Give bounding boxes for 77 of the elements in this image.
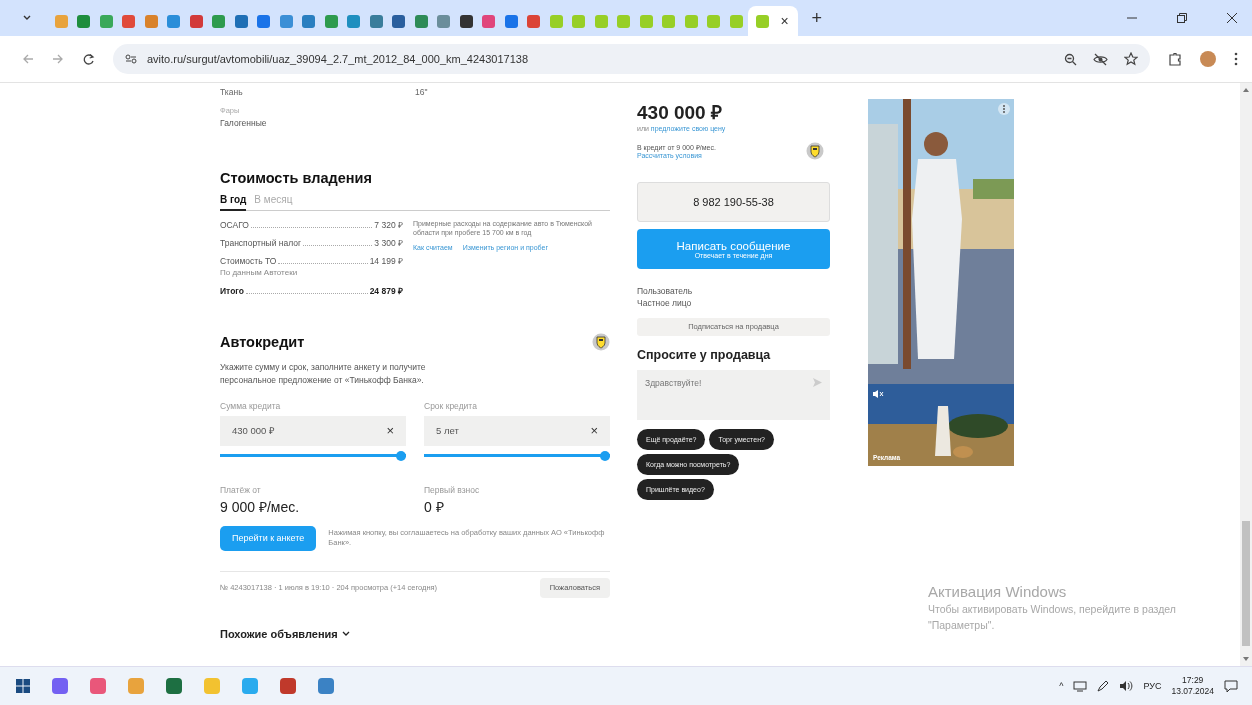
price: 430 000 ₽ bbox=[637, 101, 723, 125]
eye-off-icon[interactable] bbox=[1093, 52, 1108, 66]
extensions-icon[interactable] bbox=[1168, 52, 1182, 66]
result-label: Первый взнос bbox=[424, 484, 481, 495]
pen-icon[interactable] bbox=[1097, 680, 1110, 692]
clock-time[interactable]: 17:29 bbox=[1182, 674, 1204, 686]
section-heading: Стоимость владения bbox=[220, 170, 373, 186]
browser-tab[interactable]: × bbox=[747, 6, 798, 36]
slider[interactable] bbox=[424, 450, 610, 461]
speaker-icon[interactable] bbox=[1119, 680, 1134, 692]
start-icon[interactable] bbox=[16, 679, 30, 693]
section-heading: Автокредит bbox=[220, 334, 305, 350]
app-icon[interactable] bbox=[166, 678, 182, 694]
app-icon[interactable] bbox=[128, 678, 144, 694]
mute-icon[interactable] bbox=[872, 389, 884, 399]
restore-icon[interactable] bbox=[1176, 12, 1188, 24]
field-label: Сумма кредита bbox=[220, 400, 282, 411]
result-value: 0 ₽ bbox=[424, 497, 445, 516]
close-tab-icon[interactable]: × bbox=[780, 13, 789, 29]
section-heading: Спросите у продавца bbox=[637, 347, 772, 362]
activation-text: Чтобы активировать Windows, перейдите в раздел "Параметры". bbox=[928, 602, 1177, 633]
spec-value: Галогенные bbox=[220, 118, 268, 128]
close-icon[interactable] bbox=[1226, 12, 1238, 24]
cost-label: Стоимость ТО bbox=[220, 256, 277, 266]
app-icon[interactable] bbox=[280, 678, 296, 694]
new-tab-button[interactable]: + bbox=[811, 7, 822, 29]
scrollbar-thumb[interactable] bbox=[1242, 521, 1250, 646]
bank-emblem-icon bbox=[592, 333, 610, 351]
seller-name[interactable]: Пользователь bbox=[637, 286, 830, 298]
message-field[interactable]: Здравствуйте! bbox=[637, 369, 830, 420]
seller-type: Частное лицо bbox=[637, 297, 693, 310]
cost-label: Транспортный налог bbox=[220, 238, 302, 248]
cost-value: 7 320 ₽ bbox=[374, 219, 403, 230]
more-menu-icon[interactable] bbox=[1234, 52, 1238, 66]
activation-title: Активация Windows bbox=[928, 583, 1068, 600]
slider[interactable] bbox=[220, 450, 406, 461]
cost-label: Итого bbox=[220, 286, 244, 296]
profile-avatar[interactable] bbox=[1200, 51, 1216, 67]
result-value: 9 000 ₽/мес. bbox=[220, 497, 301, 516]
app-icon[interactable] bbox=[242, 678, 258, 694]
clear-icon[interactable]: × bbox=[590, 423, 598, 438]
forward-icon[interactable] bbox=[52, 53, 64, 65]
bookmark-star-icon[interactable] bbox=[1124, 52, 1138, 66]
clock-date[interactable]: 13.07.2024 bbox=[1171, 686, 1214, 698]
phone-button[interactable]: 8 982 190-55-38 bbox=[637, 182, 830, 222]
app-icon[interactable] bbox=[318, 678, 334, 694]
input-field[interactable]: 5 лет × bbox=[424, 415, 610, 446]
chevron-down-icon bbox=[341, 630, 350, 637]
show-hidden-icons-button[interactable]: ^ bbox=[1059, 681, 1064, 691]
slider-thumb[interactable] bbox=[396, 450, 406, 461]
cost-label: ОСАГО bbox=[220, 220, 249, 230]
language-indicator[interactable]: РУС bbox=[1143, 681, 1162, 691]
notifications-icon[interactable] bbox=[1224, 679, 1238, 693]
credit-description: Укажите сумму и срок, заполните анкету и получите персональное предложение от «Тинькофф Банка». bbox=[220, 361, 427, 387]
spec-value: 16" bbox=[415, 87, 429, 97]
clear-icon[interactable]: × bbox=[386, 423, 394, 438]
app-icon[interactable] bbox=[52, 678, 68, 694]
similar-listings-toggle[interactable]: Похожие объявления bbox=[220, 627, 350, 640]
slider-thumb[interactable] bbox=[600, 450, 610, 461]
bank-emblem-icon bbox=[806, 142, 824, 160]
app-icon[interactable] bbox=[90, 678, 106, 694]
cost-value: 3 300 ₽ bbox=[374, 237, 403, 248]
period-tab[interactable]: В год bbox=[220, 194, 247, 211]
field-label: Срок кредита bbox=[424, 400, 478, 411]
scroll-down-icon[interactable] bbox=[1242, 656, 1250, 662]
back-icon[interactable] bbox=[22, 53, 34, 65]
cost-value: 14 199 ₽ bbox=[369, 255, 403, 266]
cost-value: 24 879 ₽ bbox=[369, 285, 403, 296]
address-bar[interactable]: avito.ru/surgut/avtomobili/uaz_39094_2.7_mt_2012_84_000_km_4243017138 bbox=[113, 44, 1150, 74]
zoom-icon[interactable] bbox=[1064, 52, 1077, 66]
scroll-up-icon[interactable] bbox=[1242, 87, 1250, 93]
spec-value: Ткань bbox=[220, 87, 244, 97]
result-label: Платёж от bbox=[220, 484, 262, 495]
cost-source: По данным Автотеки bbox=[220, 268, 299, 277]
site-settings-icon[interactable] bbox=[125, 54, 137, 64]
input-field[interactable]: 430 000 ₽ × bbox=[220, 415, 406, 446]
reload-icon[interactable] bbox=[82, 52, 95, 66]
